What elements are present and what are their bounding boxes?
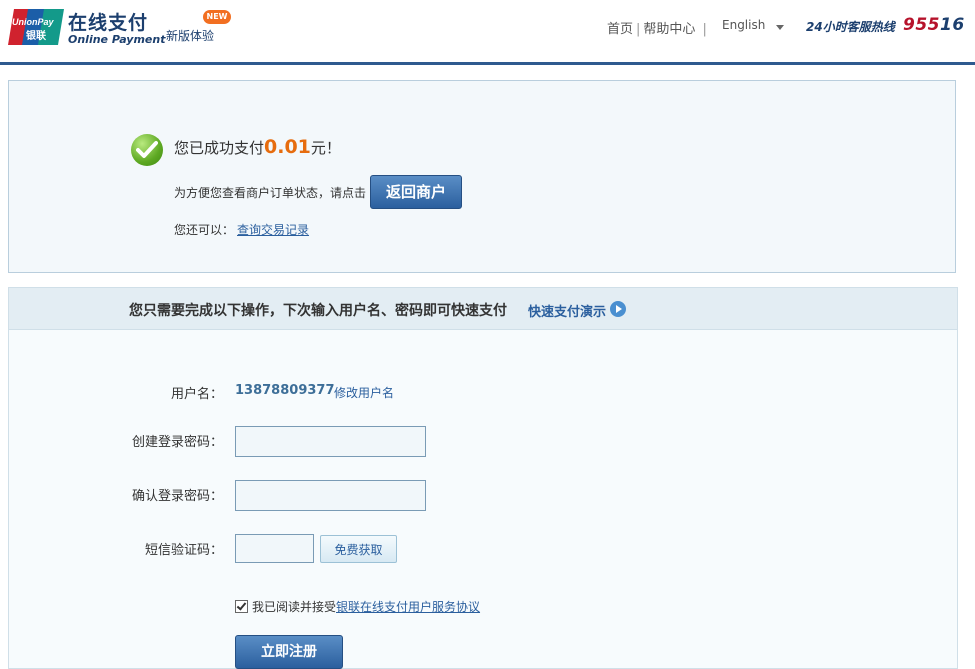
brand-subtitle: Online Payment (68, 33, 166, 46)
query-transactions-link[interactable]: 查询交易记录 (237, 221, 309, 238)
play-icon[interactable] (610, 301, 626, 317)
get-sms-code-button[interactable]: 免费获取 (320, 535, 397, 563)
confirm-password-field[interactable] (235, 480, 426, 511)
svg-text:UnionPay: UnionPay (12, 17, 55, 27)
quick-pay-register-panel: 您只需要完成以下操作，下次输入用户名、密码即可快速支付 快速支付演示 用户名： … (8, 287, 958, 669)
language-selector[interactable]: English (722, 18, 765, 32)
nav-separator: | (636, 22, 641, 37)
register-title: 您只需要完成以下操作，下次输入用户名、密码即可快速支付 (129, 303, 507, 319)
hotline-number: 95516 (903, 15, 965, 35)
success-message: 您已成功支付0.01元！ (174, 136, 341, 158)
password-label: 创建登录密码： (131, 435, 223, 450)
password-field[interactable] (235, 426, 426, 457)
nav-help-center[interactable]: 帮助中心 (643, 22, 695, 37)
quick-pay-demo-link[interactable]: 快速支付演示 (528, 301, 606, 320)
payment-success-panel: 您已成功支付0.01元！ 为方便您查看商户订单状态，请点击 返回商户 您还可以：… (8, 80, 956, 273)
hotline-number-part: 955 (903, 15, 940, 35)
top-nav: 首页 | 帮助中心 | (607, 18, 710, 37)
register-now-button[interactable]: 立即注册 (235, 635, 343, 669)
also-label: 您还可以： (174, 223, 235, 237)
register-header: 您只需要完成以下操作，下次输入用户名、密码即可快速支付 快速支付演示 (9, 288, 957, 330)
sms-code-label: 短信验证码： (144, 543, 223, 558)
username-value: 13878809377 (235, 383, 335, 398)
user-agreement-link[interactable]: 银联在线支付用户服务协议 (336, 600, 480, 614)
success-message-suffix: 元！ (310, 139, 341, 157)
payment-amount: 0.01 (264, 136, 311, 158)
header-divider (0, 62, 975, 65)
nav-home[interactable]: 首页 (607, 22, 633, 37)
unionpay-logo[interactable]: UnionPay 银联 (8, 9, 64, 45)
confirm-password-label: 确认登录密码： (131, 489, 223, 504)
brand-title: 在线支付 (68, 12, 149, 34)
success-check-icon (131, 134, 163, 166)
nav-separator: | (698, 22, 707, 37)
site-header: UnionPay 银联 在线支付 Online Payment 新版体验 NEW… (0, 0, 975, 62)
agree-prefix: 我已阅读并接受 (252, 600, 337, 614)
hotline-number-part: 16 (940, 15, 965, 35)
hotline-label: 24小时客服热线 (806, 20, 895, 34)
return-hint: 为方便您查看商户订单状态，请点击 (174, 186, 367, 200)
return-to-merchant-button[interactable]: 返回商户 (370, 175, 462, 209)
new-version-link[interactable]: 新版体验 (166, 27, 214, 44)
agree-checkbox[interactable] (235, 600, 248, 613)
sms-code-field[interactable] (235, 534, 314, 563)
edit-username-link[interactable]: 修改用户名 (334, 384, 394, 401)
chevron-down-icon[interactable] (776, 25, 784, 30)
new-badge: NEW (203, 10, 231, 24)
username-label: 用户名： (170, 387, 223, 402)
svg-text:银联: 银联 (26, 29, 46, 42)
success-message-prefix: 您已成功支付 (174, 139, 265, 157)
agree-text: 我已阅读并接受银联在线支付用户服务协议 (252, 598, 480, 615)
